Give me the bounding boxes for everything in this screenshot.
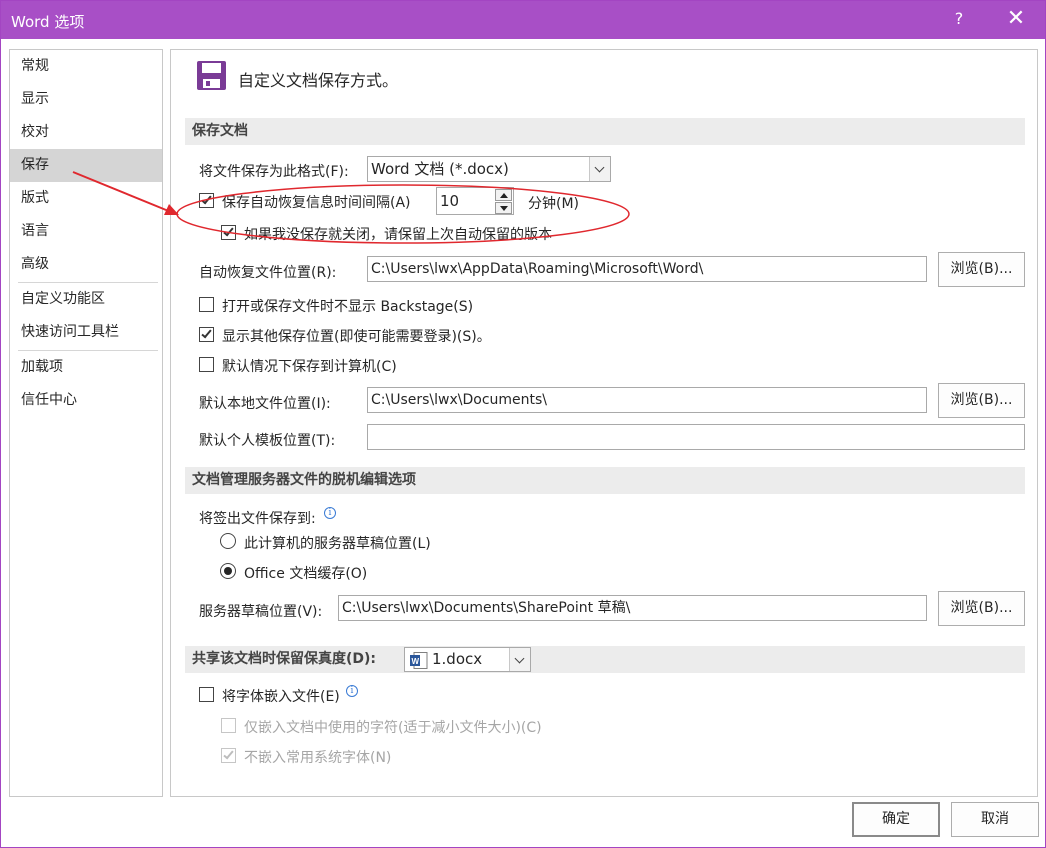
embed-used-chars-label: 仅嵌入文档中使用的字符(适于减小文件大小)(C) <box>244 720 542 736</box>
sidebar-item-quick-access-toolbar[interactable]: 快速访问工具栏 <box>10 316 162 349</box>
sidebar-item-layout[interactable]: 版式 <box>10 182 162 215</box>
autorecover-location-input[interactable]: C:\Users\lwx\AppData\Roaming\Microsoft\W… <box>367 256 927 282</box>
minutes-unit-label: 分钟(M) <box>528 196 580 212</box>
fidelity-document-value: 1.docx <box>432 650 483 668</box>
ok-button[interactable]: 确定 <box>852 802 940 837</box>
drafts-location-input[interactable]: C:\Users\lwx\Documents\SharePoint 草稿\ <box>338 595 927 621</box>
sidebar-nav: 常规 显示 校对 保存 版式 语言 高级 自定义功能区 快速访问工具栏 加载项 … <box>9 49 163 797</box>
word-document-icon: W <box>410 652 428 669</box>
template-location-input[interactable] <box>367 424 1025 450</box>
sidebar-item-display[interactable]: 显示 <box>10 83 162 116</box>
browse-local-button[interactable]: 浏览(B)... <box>938 383 1025 418</box>
info-icon: i <box>324 507 336 519</box>
no-common-fonts-checkbox[interactable] <box>221 748 236 763</box>
template-location-label: 默认个人模板位置(T): <box>199 433 336 449</box>
office-cache-option-label: Office 文档缓存(O) <box>244 566 368 582</box>
close-button[interactable]: ✕ <box>1004 7 1028 31</box>
autorecover-location-label: 自动恢复文件位置(R): <box>199 265 337 281</box>
checkout-label: 将签出文件保存到: <box>199 511 316 527</box>
help-button[interactable]: ? <box>947 7 971 31</box>
fidelity-heading: 共享该文档时保留保真度(D): <box>192 651 377 667</box>
dialog-title: Word 选项 <box>11 13 85 31</box>
save-format-select[interactable]: Word 文档 (*.docx) <box>367 156 611 182</box>
section-offline-editing: 文档管理服务器文件的脱机编辑选项 <box>185 467 1025 494</box>
keep-last-autosaved-label: 如果我没保存就关闭，请保留上次自动保留的版本 <box>244 227 552 243</box>
section-save-documents: 保存文档 <box>185 118 1025 145</box>
autorecover-minutes-spinner[interactable]: 10 <box>436 187 514 215</box>
info-icon: i <box>346 685 358 697</box>
fidelity-document-select[interactable]: W 1.docx <box>404 647 531 672</box>
spin-down-button[interactable] <box>495 202 512 214</box>
check-icon <box>223 225 234 237</box>
dropdown-button[interactable] <box>589 157 610 181</box>
autorecover-label: 保存自动恢复信息时间间隔(A) <box>222 195 411 211</box>
word-options-dialog: Word 选项 ? ✕ 常规 显示 校对 保存 版式 语言 高级 自定义功能区 … <box>0 0 1046 848</box>
embed-fonts-checkbox[interactable] <box>199 687 214 702</box>
save-to-computer-label: 默认情况下保存到计算机(C) <box>222 359 397 375</box>
save-format-value: Word 文档 (*.docx) <box>371 160 509 178</box>
sidebar-item-advanced[interactable]: 高级 <box>10 248 162 281</box>
show-other-locations-checkbox[interactable] <box>199 327 214 342</box>
sidebar-item-customize-ribbon[interactable]: 自定义功能区 <box>10 283 162 316</box>
save-format-label: 将文件保存为此格式(F): <box>199 164 349 180</box>
options-content: 自定义文档保存方式。 保存文档 将文件保存为此格式(F): Word 文档 (*… <box>170 49 1038 797</box>
local-location-label: 默认本地文件位置(I): <box>199 396 331 412</box>
floppy-disk-icon <box>197 61 226 90</box>
keep-last-autosaved-checkbox[interactable] <box>221 225 236 240</box>
no-common-fonts-label: 不嵌入常用系统字体(N) <box>244 750 392 766</box>
sidebar-item-save[interactable]: 保存 <box>10 149 162 182</box>
dropdown-button[interactable] <box>509 648 530 671</box>
svg-text:W: W <box>412 657 420 666</box>
check-icon <box>201 193 212 205</box>
embed-fonts-label: 将字体嵌入文件(E) <box>222 689 340 705</box>
embed-used-chars-checkbox[interactable] <box>221 718 236 733</box>
chevron-down-icon <box>594 162 605 173</box>
radio-office-cache[interactable] <box>220 563 236 579</box>
sidebar-item-proofing[interactable]: 校对 <box>10 116 162 149</box>
section-fidelity: 共享该文档时保留保真度(D): <box>185 646 1025 673</box>
radio-server-drafts[interactable] <box>220 533 236 549</box>
sidebar-item-add-ins[interactable]: 加载项 <box>10 351 162 384</box>
sidebar-item-general[interactable]: 常规 <box>10 50 162 83</box>
radio-selected-dot <box>224 567 232 575</box>
check-icon <box>201 327 212 339</box>
title-bar: Word 选项 ? ✕ <box>1 1 1045 39</box>
no-backstage-label: 打开或保存文件时不显示 Backstage(S) <box>222 299 474 315</box>
browse-drafts-button[interactable]: 浏览(B)... <box>938 591 1025 626</box>
browse-autorecover-button[interactable]: 浏览(B)... <box>938 252 1025 287</box>
sidebar-item-language[interactable]: 语言 <box>10 215 162 248</box>
autorecover-checkbox[interactable] <box>199 193 214 208</box>
cancel-button[interactable]: 取消 <box>951 802 1039 837</box>
check-icon <box>223 748 234 760</box>
local-location-input[interactable]: C:\Users\lwx\Documents\ <box>367 387 927 413</box>
show-other-locations-label: 显示其他保存位置(即使可能需要登录)(S)。 <box>222 329 491 345</box>
autorecover-minutes-value: 10 <box>440 192 460 210</box>
arrow-down-icon <box>500 206 508 211</box>
spin-up-button[interactable] <box>495 189 512 201</box>
page-title: 自定义文档保存方式。 <box>238 71 399 90</box>
drafts-location-label: 服务器草稿位置(V): <box>199 604 323 620</box>
arrow-up-icon <box>500 193 508 198</box>
no-backstage-checkbox[interactable] <box>199 297 214 312</box>
server-drafts-option-label: 此计算机的服务器草稿位置(L) <box>244 536 431 552</box>
chevron-down-icon <box>514 653 525 664</box>
sidebar-item-trust-center[interactable]: 信任中心 <box>10 384 162 417</box>
save-to-computer-checkbox[interactable] <box>199 357 214 372</box>
